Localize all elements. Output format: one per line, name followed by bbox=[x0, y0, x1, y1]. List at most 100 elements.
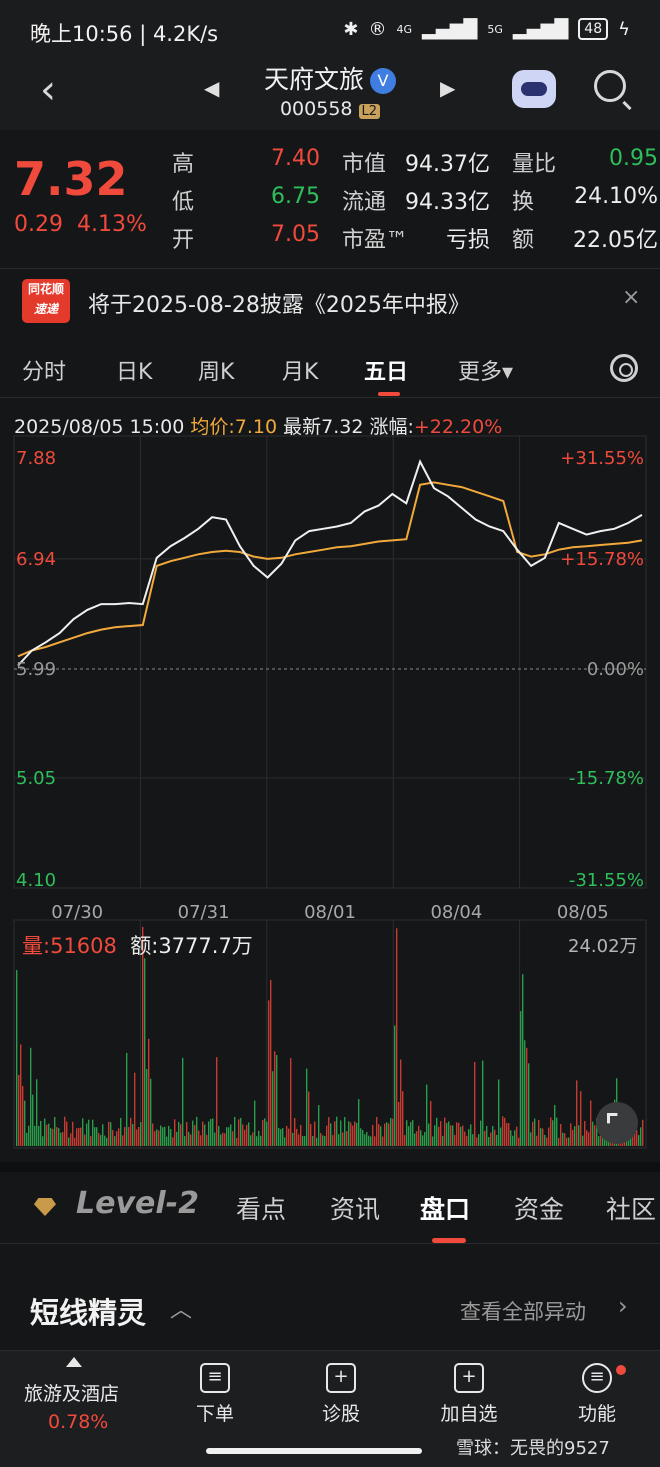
quote-label-2-c: 额 bbox=[512, 228, 535, 253]
quote-value-0-b: 94.37亿 bbox=[405, 152, 490, 177]
nav-functions[interactable]: ≡ 功能 bbox=[552, 1363, 642, 1426]
volume-bar bbox=[64, 1116, 66, 1146]
home-indicator[interactable] bbox=[206, 1448, 422, 1454]
volume-bar bbox=[84, 1134, 86, 1146]
tab-monthly-k[interactable]: 月K bbox=[282, 354, 318, 386]
settings-icon[interactable] bbox=[610, 354, 638, 382]
volume-bar bbox=[426, 1084, 428, 1146]
tab-daily-k[interactable]: 日K bbox=[116, 354, 152, 386]
collapse-icon[interactable]: ︿ bbox=[170, 1292, 192, 1324]
assistant-robot-icon[interactable] bbox=[512, 70, 556, 108]
tab-order-book[interactable]: 盘口 bbox=[420, 1190, 470, 1226]
view-all-link[interactable]: 查看全部异动 bbox=[460, 1296, 586, 1326]
volume-bar bbox=[372, 1125, 374, 1146]
volume-bar bbox=[94, 1127, 96, 1146]
volume-bar bbox=[542, 1128, 544, 1146]
active-tab-indicator bbox=[378, 392, 400, 396]
nav-add-watchlist[interactable]: + 加自选 bbox=[424, 1363, 514, 1426]
volume-bar bbox=[86, 1123, 88, 1146]
volume-bar bbox=[76, 1128, 78, 1146]
tab-news[interactable]: 资讯 bbox=[330, 1190, 380, 1226]
order-icon: ≡ bbox=[200, 1363, 230, 1393]
stock-code: 000558 bbox=[279, 98, 353, 120]
volume-bar bbox=[454, 1134, 456, 1146]
volume-bar bbox=[300, 1125, 302, 1146]
volume-bar bbox=[416, 1131, 418, 1146]
volume-bar bbox=[40, 1120, 42, 1146]
diamond-icon bbox=[34, 1198, 56, 1216]
volume-bar bbox=[316, 1137, 318, 1146]
industry-name[interactable]: 旅游及酒店 bbox=[24, 1379, 119, 1406]
volume-bar bbox=[506, 1123, 508, 1146]
volume-bar bbox=[208, 1121, 210, 1146]
tab-funds[interactable]: 资金 bbox=[514, 1190, 564, 1226]
volume-bar bbox=[440, 1121, 442, 1146]
volume-bar bbox=[216, 1057, 218, 1146]
nav-order[interactable]: ≡ 下单 bbox=[170, 1363, 260, 1426]
volume-bar bbox=[464, 1131, 466, 1146]
volume-bar bbox=[558, 1137, 560, 1146]
signal-icon: ▂▄▆█ bbox=[422, 18, 478, 40]
volume-bar bbox=[182, 1057, 184, 1146]
five-day-chart[interactable]: 7.88 +31.55% 6.94 +15.78% 5.99 0.00% 5.05 -15.7… bbox=[0, 400, 660, 1160]
quote-panel: 7.32 0.29 4.13% 高 7.40 市值 94.37亿 量比 0.95 低 6.75… bbox=[0, 130, 660, 268]
fullscreen-icon[interactable] bbox=[596, 1102, 638, 1144]
volume-bar bbox=[270, 979, 272, 1146]
tab-five-day[interactable]: 五日 bbox=[364, 354, 408, 386]
volume-bar bbox=[48, 1123, 50, 1146]
volume-bar bbox=[276, 1055, 278, 1146]
volume-bar bbox=[414, 1133, 416, 1146]
chevron-right-icon[interactable]: › bbox=[618, 1292, 628, 1320]
volume-bar bbox=[198, 1130, 200, 1146]
volume-bar bbox=[116, 1131, 118, 1146]
volume-bar bbox=[108, 1121, 110, 1146]
volume-bar bbox=[308, 1091, 310, 1146]
volume-bar bbox=[492, 1126, 494, 1146]
signal-5g: 5G bbox=[487, 22, 503, 36]
tab-level2[interactable]: Level-2 bbox=[76, 1186, 199, 1221]
search-icon[interactable] bbox=[594, 70, 626, 102]
tab-weekly-k[interactable]: 周K bbox=[198, 354, 234, 386]
volume-bar bbox=[598, 1136, 600, 1146]
tab-highlights[interactable]: 看点 bbox=[236, 1190, 286, 1226]
announcement-bar[interactable]: 同花顺 速递 将于2025-08-28披露《2025年中报》 × bbox=[0, 268, 660, 334]
tab-community[interactable]: 社区 bbox=[606, 1190, 660, 1226]
volume-bar bbox=[98, 1132, 100, 1146]
volume-bar bbox=[518, 1137, 520, 1146]
volume-bar bbox=[150, 1078, 152, 1146]
volume-bar bbox=[80, 1127, 82, 1146]
tab-intraday[interactable]: 分时 bbox=[22, 354, 66, 386]
volume-bar bbox=[70, 1133, 72, 1146]
volume-bar bbox=[320, 1133, 322, 1146]
volume-bar bbox=[432, 1136, 434, 1146]
volume-bar bbox=[144, 958, 146, 1146]
volume-bar bbox=[160, 1125, 162, 1146]
volume-bar bbox=[354, 1121, 356, 1146]
signal-icon-2: ▂▄▆█ bbox=[512, 18, 569, 40]
volume-bar bbox=[474, 1061, 476, 1146]
volume-bar bbox=[50, 1128, 52, 1146]
volume-bar bbox=[536, 1135, 538, 1146]
quote-label-0-c: 量比 bbox=[512, 152, 557, 177]
next-stock-icon[interactable]: ▶ bbox=[440, 76, 455, 100]
tab-more[interactable]: 更多▾ bbox=[458, 354, 513, 386]
volume-bar bbox=[28, 1125, 30, 1146]
volume-bar bbox=[136, 1129, 138, 1146]
volume-bar bbox=[562, 1132, 564, 1146]
volume-bar bbox=[312, 1135, 314, 1146]
volume-bar bbox=[252, 1132, 254, 1146]
y-left-label: 7.88 bbox=[16, 448, 56, 469]
nav-functions-label: 功能 bbox=[577, 1403, 616, 1425]
expand-up-icon[interactable] bbox=[66, 1357, 82, 1367]
close-icon[interactable]: × bbox=[622, 285, 640, 310]
volume-bar bbox=[314, 1121, 316, 1146]
volume-bar bbox=[466, 1135, 468, 1146]
nav-diagnose[interactable]: + 诊股 bbox=[296, 1363, 386, 1426]
volume-bar bbox=[60, 1132, 62, 1146]
volume-bar bbox=[236, 1137, 238, 1146]
volume-bar bbox=[254, 1100, 256, 1146]
volume-bar bbox=[110, 1122, 112, 1146]
volume-bar bbox=[344, 1117, 346, 1146]
quote-value-2-b: 亏损 bbox=[445, 228, 490, 253]
volume-bar bbox=[450, 1125, 452, 1146]
